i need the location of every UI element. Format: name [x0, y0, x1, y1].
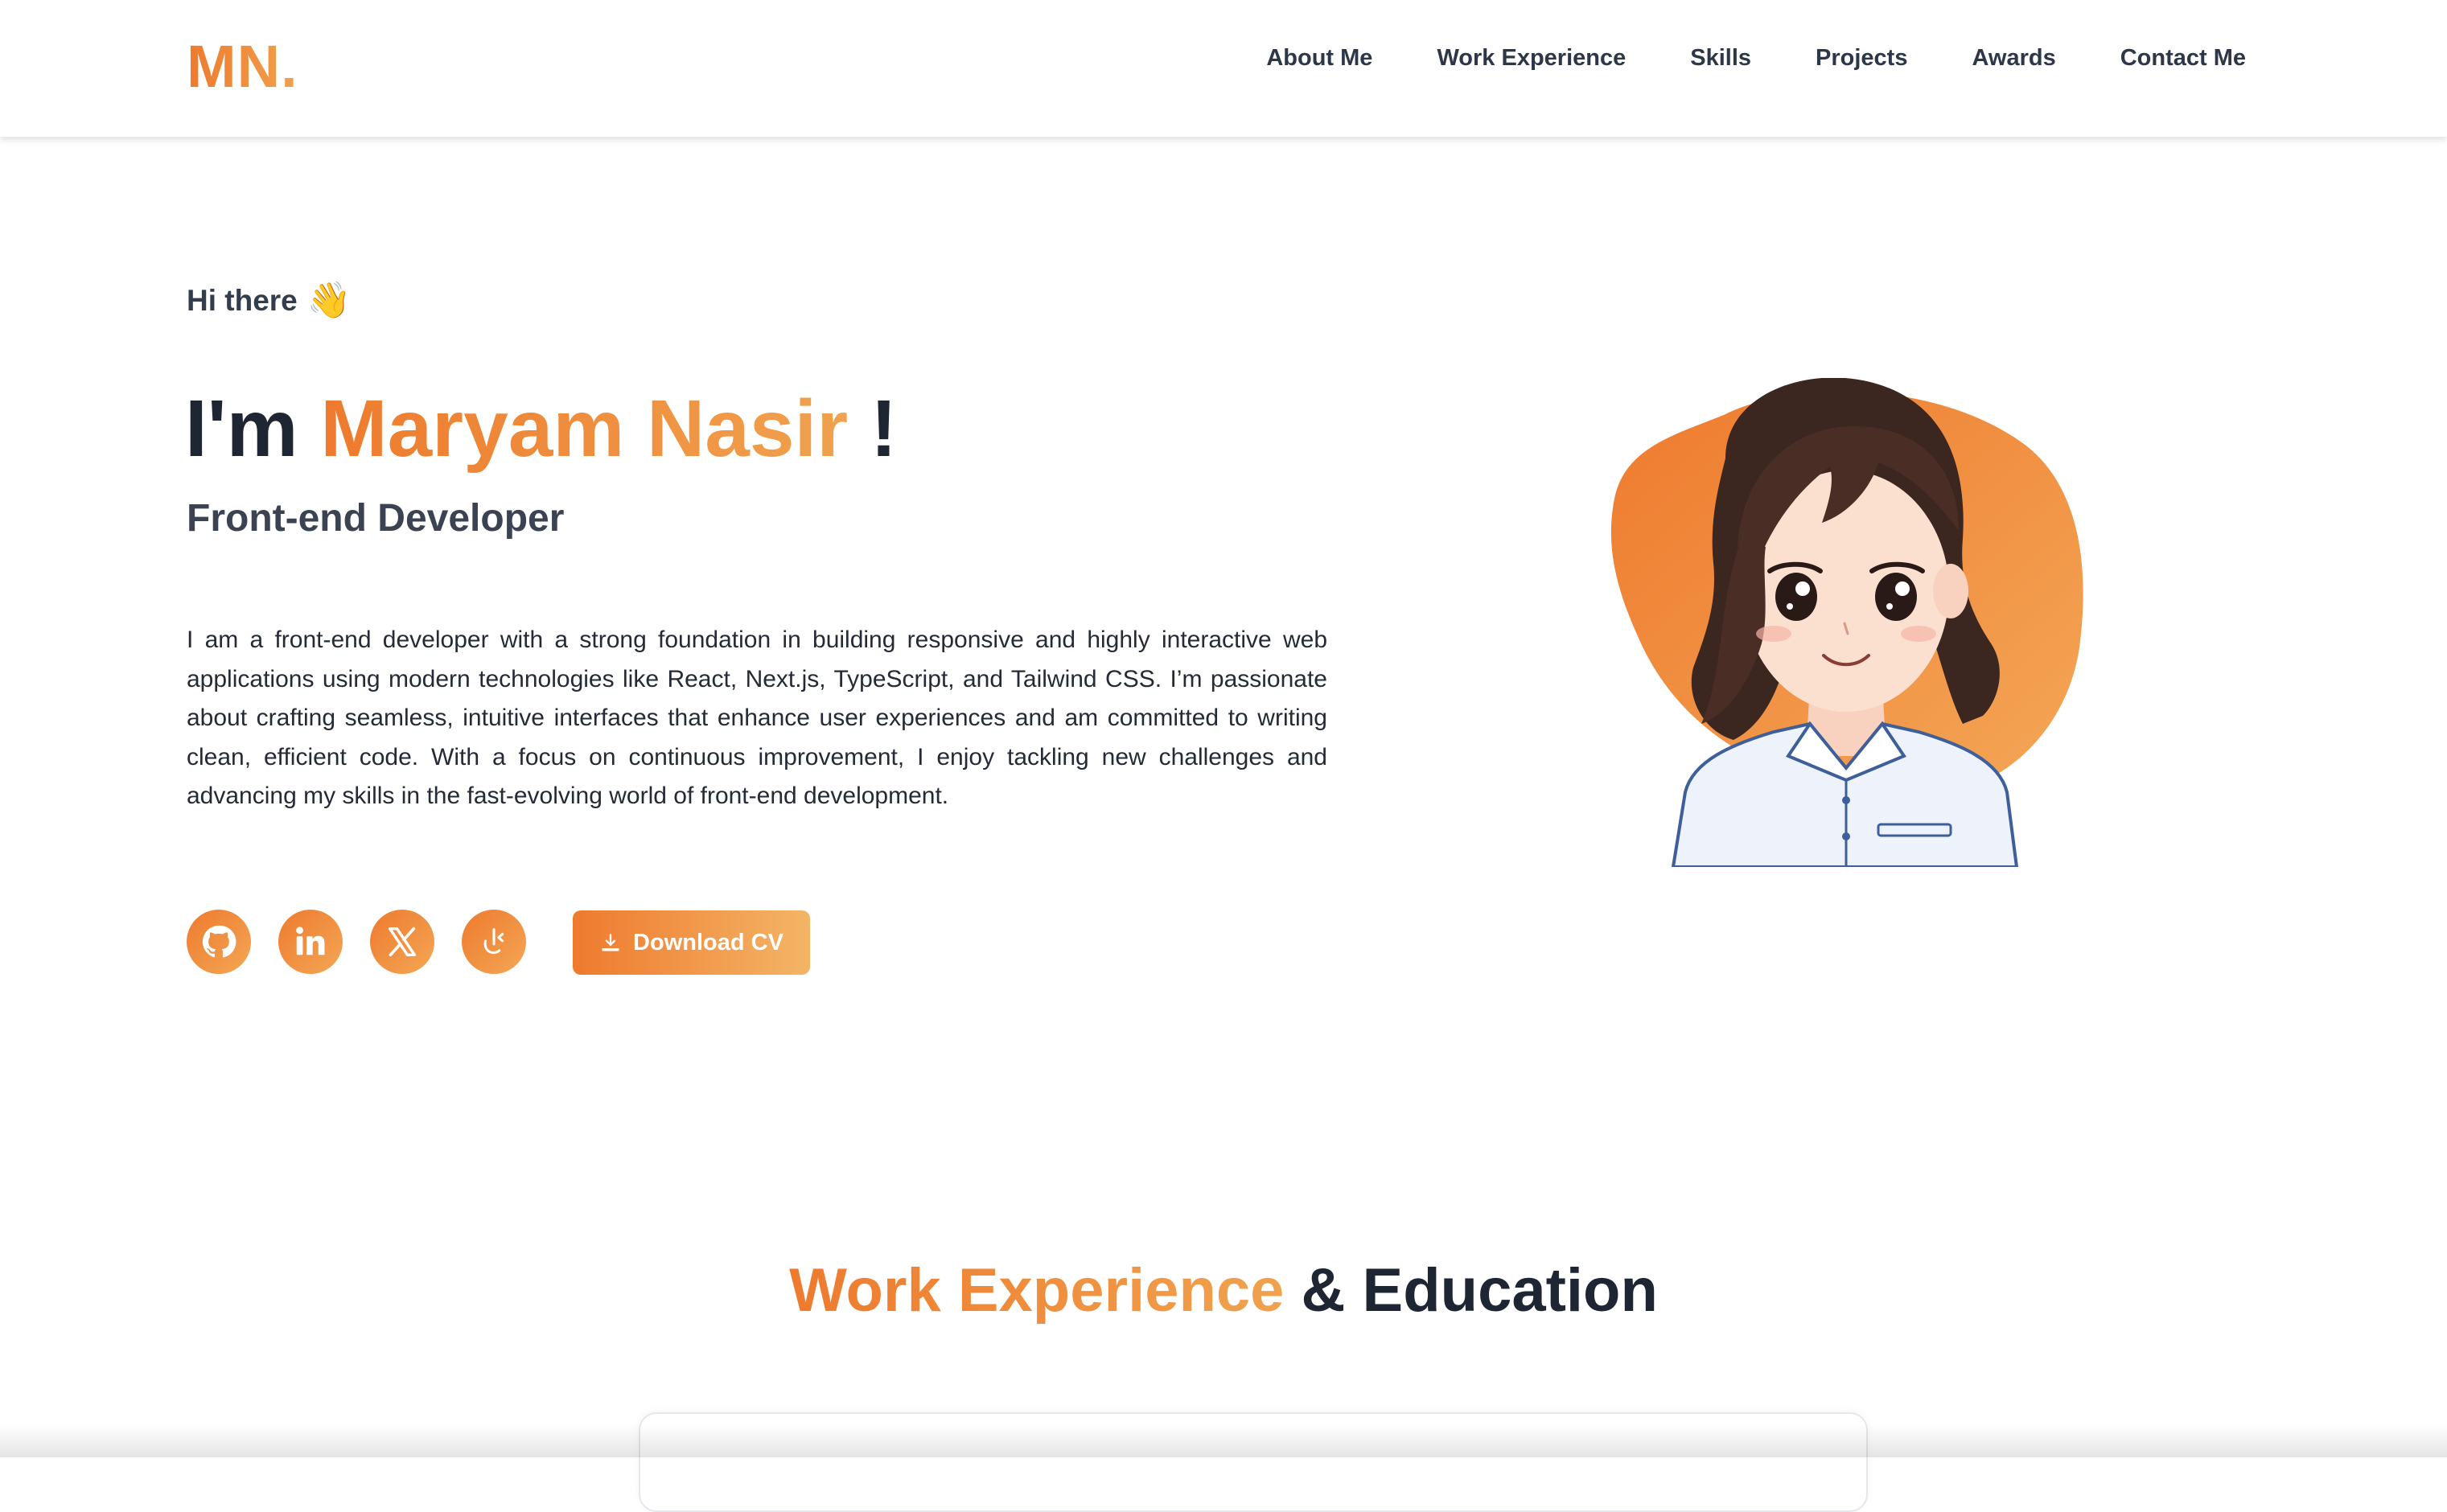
nav-skills[interactable]: Skills	[1690, 40, 1751, 76]
waving-hand-icon: 👋	[306, 281, 352, 320]
greeting: Hi there 👋	[187, 283, 352, 318]
logo[interactable]: MN.	[187, 31, 298, 103]
headline-suffix: !	[848, 384, 898, 474]
site-header: MN. About Me Work Experience Skills Proj…	[0, 0, 2447, 137]
leetcode-link[interactable]	[462, 910, 526, 974]
hero-bio: I am a front-end developer with a strong…	[187, 627, 1327, 809]
hero-name: Maryam Nasir	[320, 384, 849, 474]
github-link[interactable]	[187, 910, 251, 974]
hero-role: Front-end Developer	[187, 497, 565, 540]
nav-about-me[interactable]: About Me	[1266, 40, 1372, 76]
download-icon	[602, 934, 619, 951]
section-title-rest: & Education	[1284, 1256, 1658, 1325]
main-nav: About Me Work Experience Skills Projects…	[1266, 40, 2246, 76]
download-cv-button[interactable]: Download CV	[573, 910, 810, 975]
hero-headline: I'm Maryam Nasir !	[185, 376, 897, 481]
social-links	[187, 910, 526, 974]
github-icon	[202, 925, 236, 958]
linkedin-icon	[296, 927, 325, 955]
section-title-highlight: Work Experience	[789, 1256, 1285, 1325]
linkedin-link[interactable]	[278, 910, 343, 974]
x-icon	[388, 927, 417, 957]
nav-contact-me[interactable]: Contact Me	[2120, 40, 2246, 76]
nav-awards[interactable]: Awards	[1972, 40, 2055, 76]
bottom-fade	[0, 1424, 2447, 1457]
download-cv-label: Download CV	[633, 929, 783, 955]
headline-prefix: I'm	[185, 384, 321, 474]
avatar-illustration	[1610, 378, 2083, 867]
leetcode-icon	[483, 928, 504, 955]
greeting-text: Hi there	[187, 284, 298, 317]
nav-projects[interactable]: Projects	[1816, 40, 1907, 76]
x-link[interactable]	[370, 910, 434, 974]
section-title: Work Experience & Education	[0, 1251, 2447, 1331]
nav-work-experience[interactable]: Work Experience	[1437, 40, 1626, 76]
